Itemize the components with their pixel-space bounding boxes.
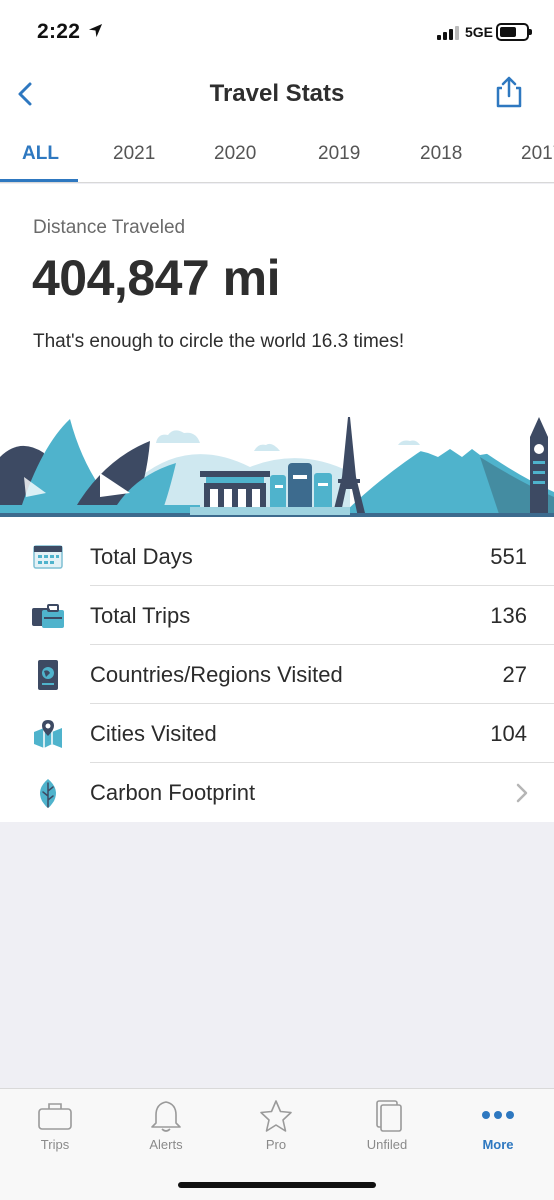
distance-value: 404,847 mi — [32, 250, 280, 306]
stat-value: 27 — [502, 662, 527, 687]
briefcase-icon — [38, 1103, 72, 1130]
stat-label: Total Days — [90, 544, 193, 569]
tabbar-unfiled[interactable]: Unfiled — [332, 1089, 442, 1159]
stat-label: Carbon Footprint — [90, 780, 256, 805]
stat-row-cities: Cities Visited 104 — [0, 704, 554, 763]
tab-2017[interactable]: 2017 — [521, 143, 554, 165]
signal-strength-icon — [437, 26, 459, 40]
stat-label: Cities Visited — [90, 721, 217, 746]
stats-list: Total Days 551 Total Trips 136 Countries… — [0, 517, 554, 822]
page-title: Travel Stats — [209, 80, 345, 107]
tab-all[interactable]: ALL — [22, 143, 59, 165]
stat-label: Countries/Regions Visited — [90, 662, 343, 687]
star-icon — [260, 1100, 292, 1132]
tabbar-trips[interactable]: Trips — [0, 1089, 110, 1159]
tabbar-label: Pro — [265, 1137, 287, 1152]
bell-icon — [151, 1101, 181, 1132]
status-bar: 2:22 5GE — [0, 0, 554, 64]
tabbar-label: Trips — [40, 1137, 70, 1152]
home-indicator[interactable] — [178, 1182, 376, 1188]
stat-value: 551 — [490, 544, 527, 569]
battery-icon — [496, 23, 532, 41]
passport-icon — [38, 660, 58, 690]
tab-2021[interactable]: 2021 — [113, 143, 155, 165]
distance-description: That's enough to circle the world 16.3 t… — [33, 331, 405, 352]
year-tabs: ALL 2021 2020 2019 2018 2017 — [0, 128, 554, 183]
stat-value: 104 — [490, 721, 527, 746]
leaf-icon — [40, 779, 56, 808]
landmarks-illustration — [0, 417, 554, 517]
status-time: 2:22 — [37, 20, 81, 43]
tabbar-label: Alerts — [149, 1137, 183, 1152]
active-tab-indicator — [0, 179, 78, 182]
location-arrow-icon — [88, 23, 103, 38]
tab-2018[interactable]: 2018 — [420, 143, 462, 165]
stat-row-countries: Countries/Regions Visited 27 — [0, 645, 554, 704]
map-pin-icon — [34, 720, 62, 748]
nav-bar: Travel Stats — [0, 64, 554, 128]
calendar-icon — [33, 545, 63, 569]
tabbar-label: Unfiled — [366, 1137, 408, 1152]
network-type: 5GE — [465, 24, 494, 40]
tabbar-label: More — [482, 1137, 514, 1152]
stat-row-total-trips: Total Trips 136 — [0, 586, 554, 645]
distance-summary: Distance Traveled 404,847 mi That's enou… — [0, 184, 554, 517]
stat-row-total-days: Total Days 551 — [0, 527, 554, 586]
tab-2020[interactable]: 2020 — [214, 143, 256, 165]
documents-icon — [376, 1100, 402, 1132]
share-icon[interactable] — [492, 74, 526, 110]
more-dots-icon — [482, 1111, 514, 1119]
stat-row-carbon-footprint[interactable]: Carbon Footprint — [0, 763, 554, 822]
tabbar-more[interactable]: More — [443, 1089, 553, 1159]
tabbar-alerts[interactable]: Alerts — [111, 1089, 221, 1159]
tabbar-pro[interactable]: Pro — [221, 1089, 331, 1159]
stat-label: Total Trips — [90, 603, 191, 628]
suitcase-icon — [32, 604, 64, 628]
distance-label: Distance Traveled — [33, 217, 186, 238]
chevron-right-icon — [516, 783, 528, 803]
stat-value: 136 — [490, 603, 527, 628]
tab-2019[interactable]: 2019 — [318, 143, 360, 165]
